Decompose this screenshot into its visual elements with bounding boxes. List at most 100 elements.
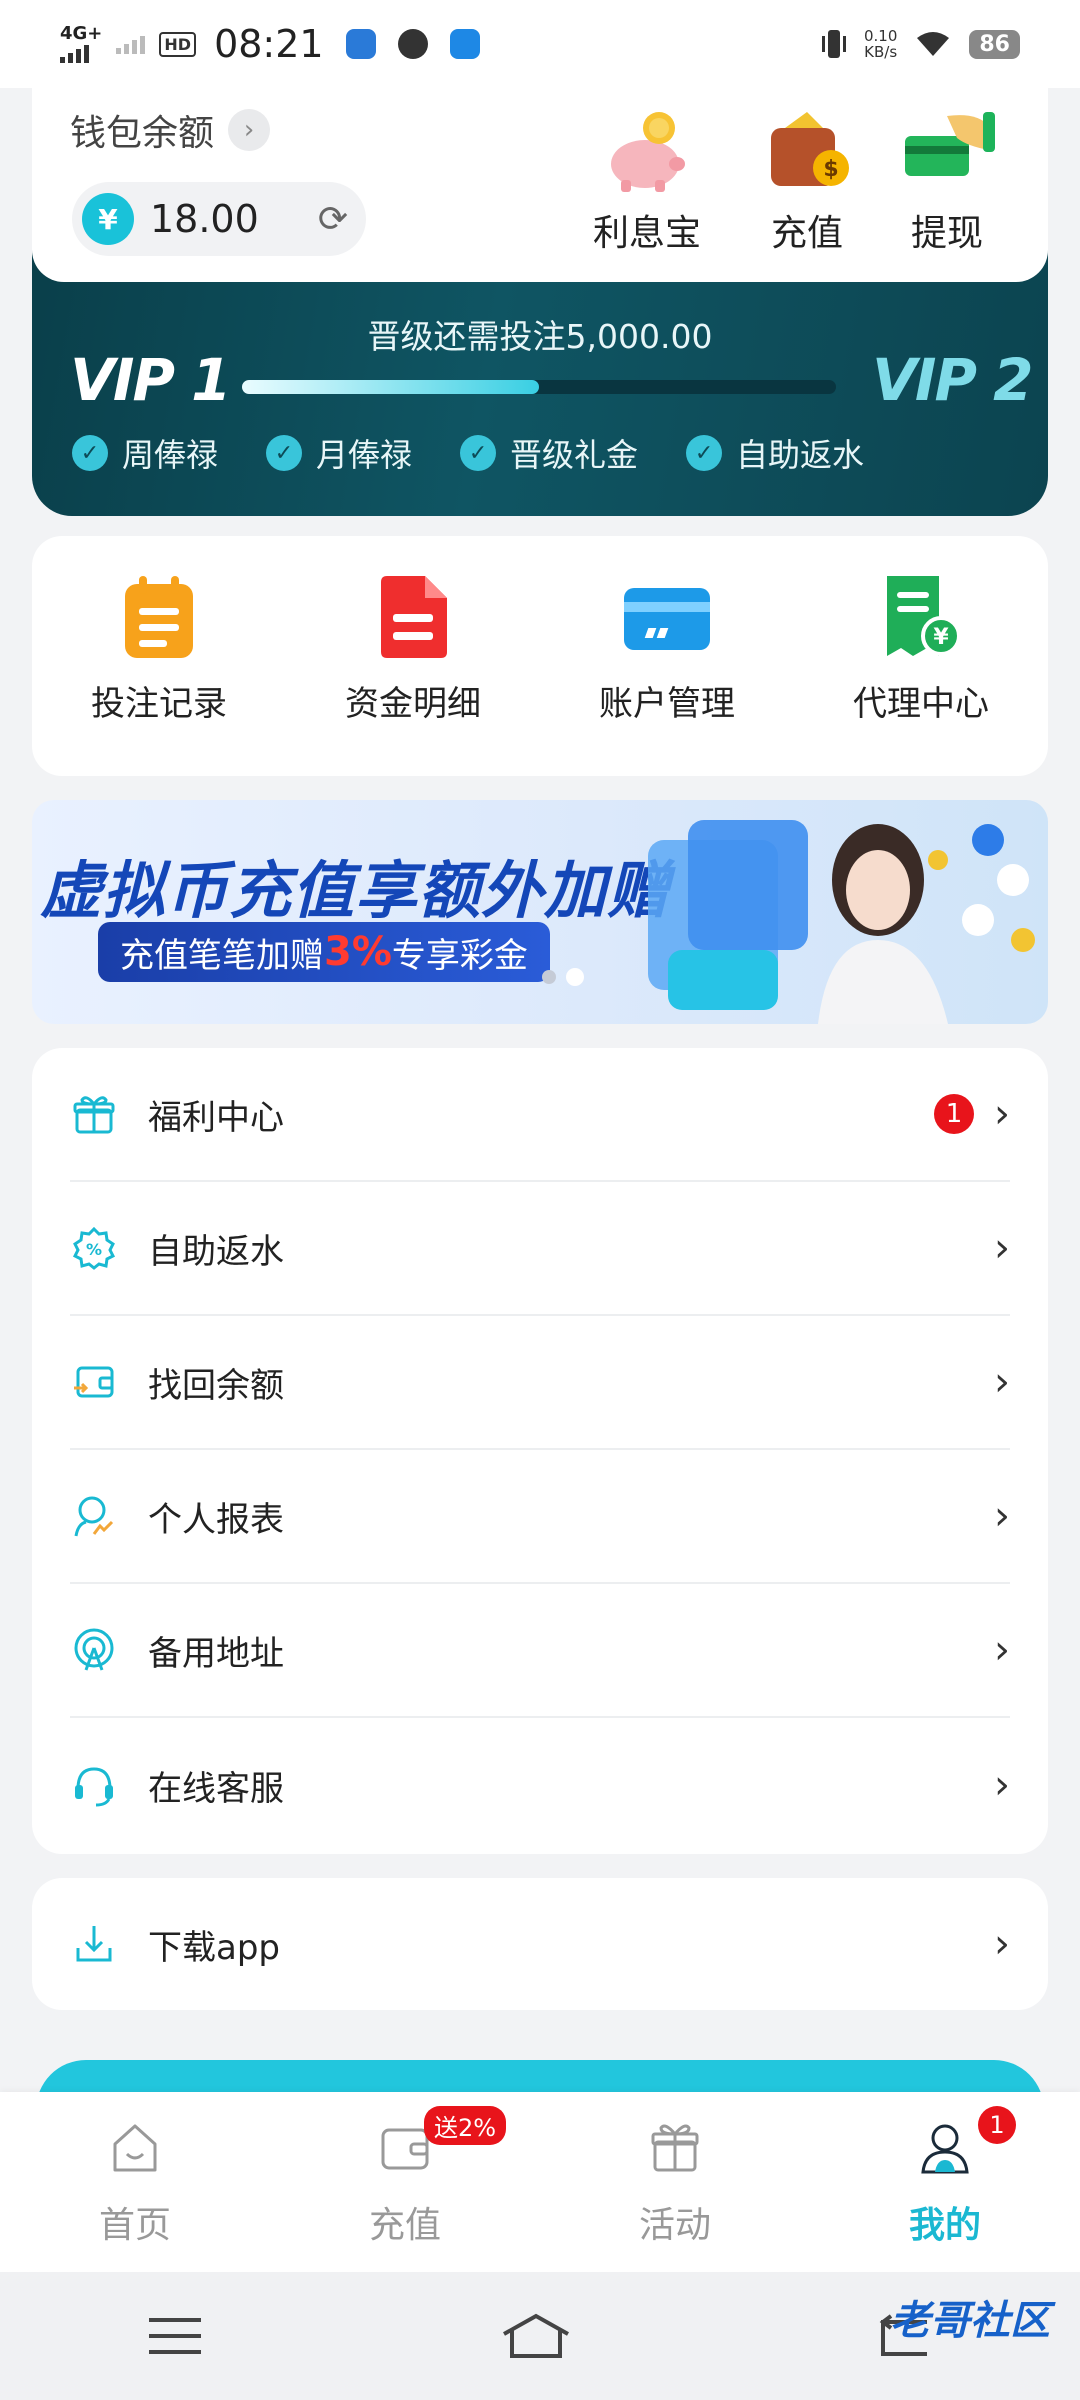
vip-perks: ✓ 周俸禄 ✓ 月俸禄 ✓ 晋级礼金 ✓ 自助返水 [72, 430, 864, 476]
carousel-dot [542, 970, 556, 984]
wallet-return-icon [74, 1366, 114, 1398]
tab-activity[interactable]: 活动 [540, 2092, 810, 2272]
vip-perk: ✓ 月俸禄 [266, 430, 412, 476]
vip-next-level: VIP 2 [872, 346, 1034, 414]
tab-label: 活动 [638, 2205, 711, 2246]
tab-label: 我的 [908, 2205, 981, 2246]
network-type: 4G+ [60, 23, 103, 44]
gift-icon [73, 1096, 115, 1134]
tab-recharge[interactable]: 送2% 充值 [270, 2092, 540, 2272]
chevron-right-icon: › [994, 1921, 1010, 1967]
wallet-card: 钱包余额 › ¥ 18.00 ⟳ 利息宝 $ 充值 提现 [32, 86, 1048, 282]
svg-text:%: % [86, 1240, 102, 1259]
vip-perk: ✓ 周俸禄 [72, 430, 218, 476]
menu-icon[interactable] [149, 2316, 202, 2356]
tab-home[interactable]: 首页 [0, 2092, 270, 2272]
menu-item-label: 自助返水 [148, 1231, 284, 1272]
fund-detail-label: 资金明细 [345, 684, 481, 724]
carousel-dot-active [566, 968, 584, 986]
menu-item-recover-balance[interactable]: 找回余额 › [70, 1316, 1010, 1450]
vip-perk-label: 月俸禄 [316, 436, 413, 474]
status-bar: 4G+ HD 08:21 0.10 KB/s 86 [0, 0, 1080, 88]
refresh-icon[interactable]: ⟳ [318, 199, 348, 240]
promo-sub-suffix: 专享彩金 [391, 935, 528, 976]
fund-detail-button[interactable]: 资金明细 [286, 536, 540, 776]
wifi-icon [917, 32, 950, 56]
tab-mine[interactable]: 1 我的 [810, 2092, 1080, 2272]
promo-sub-highlight: 3% [324, 929, 392, 975]
menu-item-label: 在线客服 [148, 1768, 284, 1809]
home-icon [113, 2124, 157, 2172]
agent-center-button[interactable]: ¥ 代理中心 [794, 536, 1048, 776]
notification-badge: 1 [934, 1094, 974, 1134]
vip-perk-label: 自助返水 [736, 436, 865, 474]
menu-item-backup-address[interactable]: 备用地址 › [70, 1584, 1010, 1718]
chevron-right-icon: › [994, 1225, 1010, 1271]
promo-subtitle: 充值笔笔加赠 3% 专享彩金 [98, 922, 550, 982]
piggy-bank-icon [611, 112, 685, 192]
bet-record-button[interactable]: 投注记录 [32, 536, 286, 776]
tab-label: 充值 [368, 2205, 441, 2246]
user-icon [921, 2124, 969, 2174]
cell-signal-icon: 4G+ [60, 25, 102, 63]
download-app-item[interactable]: 下载app › [32, 1878, 1048, 2010]
signal-tower-icon [74, 1628, 114, 1671]
chevron-right-icon: › [994, 1493, 1010, 1539]
menu-item-label: 福利中心 [148, 1097, 284, 1138]
agent-receipt-icon: ¥ [887, 576, 961, 656]
withdraw-button[interactable]: 提现 [872, 106, 1022, 256]
vip-perk: ✓ 自助返水 [686, 430, 864, 476]
vip-progress-fill [242, 380, 539, 394]
app-notification-icon [345, 29, 376, 59]
wallet-balance-link[interactable]: 钱包余额 › [70, 104, 271, 156]
menu-item-personal-report[interactable]: 个人报表 › [70, 1450, 1010, 1584]
check-icon: ✓ [460, 435, 497, 471]
check-icon: ✓ [266, 435, 303, 471]
vip-perk-label: 周俸禄 [122, 436, 219, 474]
net-speed: 0.10 KB/s [864, 28, 897, 60]
agent-center-label: 代理中心 [853, 684, 989, 724]
vip-progress-bar [242, 380, 836, 394]
download-icon [76, 1926, 112, 1962]
recharge-button[interactable]: $ 充值 [732, 106, 882, 256]
vibrate-icon [821, 30, 846, 58]
gift-box-icon [651, 2124, 699, 2172]
account-manage-label: 账户管理 [599, 684, 735, 724]
user-report-icon [74, 1496, 114, 1537]
tab-label: 首页 [98, 2205, 171, 2246]
cell-signal-2-icon [116, 34, 146, 54]
promo-title: 虚拟币充值享额外加赠 [40, 854, 671, 927]
menu-item-welfare[interactable]: 福利中心 1 › [70, 1048, 1010, 1182]
vip-perk: ✓ 晋级礼金 [460, 430, 638, 476]
notification-badge: 1 [978, 2106, 1016, 2144]
message-icon [397, 29, 428, 59]
withdraw-label: 提现 [910, 213, 983, 254]
chevron-right-icon: › [228, 109, 271, 151]
download-app-label: 下载app [148, 1927, 280, 1968]
balance-pill: ¥ 18.00 ⟳ [72, 182, 366, 256]
svg-text:¥: ¥ [933, 625, 949, 650]
fund-detail-icon [381, 576, 447, 658]
battery-icon: 86 [969, 29, 1020, 59]
chevron-right-icon: › [994, 1627, 1010, 1673]
home-nav-icon[interactable] [500, 2312, 572, 2360]
menu-item-rebate[interactable]: % 自助返水 › [70, 1182, 1010, 1316]
pointer-app-icon [449, 29, 480, 59]
clock: 08:21 [214, 22, 324, 66]
bet-record-icon [125, 576, 193, 658]
wallet-balance-label: 钱包余额 [70, 113, 215, 154]
vip-current-level: VIP 1 [70, 346, 232, 414]
menu-item-customer-service[interactable]: 在线客服 › [70, 1718, 1010, 1852]
headset-icon [75, 1767, 113, 1807]
menu-list: 福利中心 1 › % 自助返水 › 找回余额 › 个人报表 › 备用地址 › 在线… [32, 1048, 1048, 1854]
card-icon [624, 588, 710, 650]
chevron-right-icon: › [994, 1091, 1010, 1137]
promo-illustration [648, 820, 1035, 1024]
bottom-tab-bar: 首页 送2% 充值 活动 1 我的 [0, 2092, 1080, 2272]
account-manage-button[interactable]: 账户管理 [540, 536, 794, 776]
hd-icon: HD [159, 31, 197, 57]
interest-treasure-button[interactable]: 利息宝 [572, 106, 722, 256]
recharge-bonus-badge: 送2% [424, 2106, 507, 2145]
promo-banner[interactable]: 虚拟币充值享额外加赠 充值笔笔加赠 3% 专享彩金 [32, 800, 1048, 1024]
card-hand-icon [905, 112, 995, 176]
